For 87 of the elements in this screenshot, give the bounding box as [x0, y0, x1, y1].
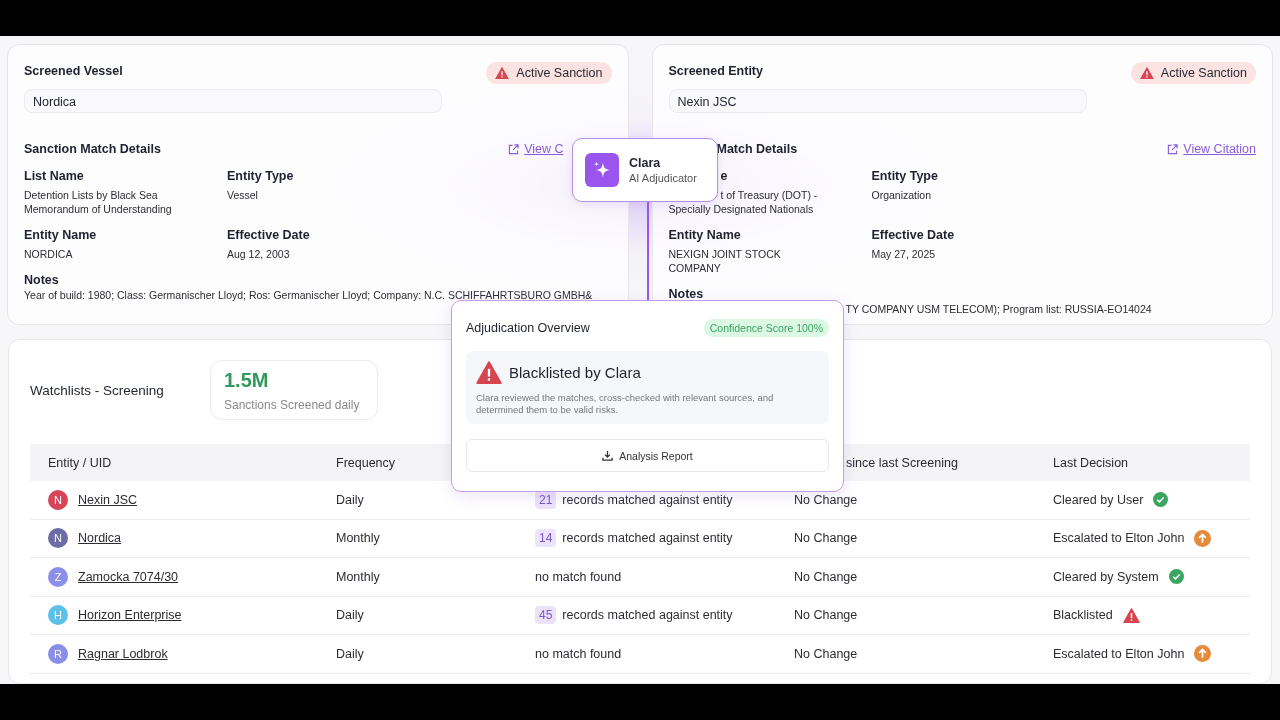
table-cell: no match found: [535, 569, 622, 584]
detail-label: Effective Date: [871, 228, 956, 242]
table-cell: No Change: [794, 531, 858, 546]
detail-value: Vessel: [227, 188, 259, 202]
detail-label: Entity Name: [668, 228, 742, 242]
detail-value: t of Treasury (DOT) - Specially Designated Nationals: [668, 188, 819, 216]
stat-label: Sanctions Screened daily: [224, 398, 361, 412]
entity-link[interactable]: Nordica: [78, 531, 122, 546]
warning-icon: [1139, 66, 1154, 80]
table-cell: Escalated to Elton John: [1053, 646, 1185, 661]
table-cell: Monthly: [336, 531, 380, 546]
entity-link[interactable]: Horizon Enterprise: [78, 608, 182, 623]
table-cell: Cleared by User: [1053, 492, 1144, 507]
section-title: Sanction Match Details: [24, 142, 161, 156]
detail-label: Entity Type: [871, 169, 939, 183]
analysis-report-button[interactable]: Analysis Report: [466, 439, 829, 473]
avatar: Z: [48, 566, 68, 587]
view-citation-link[interactable]: View C: [508, 142, 564, 156]
table-cell: Cleared by System: [1053, 569, 1159, 584]
entity-link[interactable]: Ragnar Lodbrok: [78, 646, 168, 661]
external-link-icon: [1167, 143, 1179, 155]
table-cell: no match found: [535, 646, 622, 661]
notes-text: Year of build: 1980; Class: Germanischer Lloyd; Ros: Germanischer Lloyd; Company: N.C. SCHIFFAHRTSBURO GMBH&: [24, 289, 594, 301]
arrow-up-circle-icon: [1194, 645, 1212, 663]
sparkle-icon: [585, 153, 619, 187]
card-title: Screened Entity: [668, 64, 763, 78]
download-icon: [602, 450, 614, 462]
table-cell: No Change: [794, 646, 858, 661]
warning-icon: [476, 361, 502, 385]
detail-value: NEXIGN JOINT STOCK COMPANY: [668, 247, 782, 275]
notes-label: Notes: [668, 287, 705, 301]
table-cell: Monthly: [336, 569, 380, 584]
verdict-description: Clara reviewed the matches, cross-checked with relevant sources, and determined them to be valid risks.: [476, 392, 775, 417]
popup-title: Adjudication Overview: [466, 321, 590, 335]
detail-value: Aug 12, 2003: [227, 247, 291, 261]
table-cell: records matched against entity: [562, 492, 733, 507]
detail-label: Effective Date: [227, 228, 311, 242]
stat-value: 1.5M: [224, 369, 270, 392]
warning-icon: [1122, 607, 1140, 623]
warning-icon: [495, 66, 510, 80]
entity-link[interactable]: Zamocka 7074/30: [78, 569, 179, 584]
verdict-title: Blacklisted by Clara: [509, 364, 641, 382]
table-cell: No Change: [794, 492, 858, 507]
external-link-icon: [508, 143, 520, 155]
table-cell: Escalated to Elton John: [1053, 531, 1185, 546]
screened-name-field[interactable]: Nordica: [24, 89, 442, 113]
table-cell: No Change: [794, 608, 858, 623]
avatar: R: [48, 643, 68, 664]
table-cell: Daily: [336, 492, 364, 507]
section-title: Match Details: [715, 142, 798, 156]
status-text: Active Sanction: [1160, 66, 1247, 80]
detail-label: Entity Type: [227, 169, 295, 183]
check-circle-icon: [1168, 569, 1184, 585]
card-title: Screened Vessel: [24, 64, 123, 78]
avatar: N: [48, 489, 68, 510]
view-citation-link[interactable]: View Citation: [1167, 142, 1256, 156]
column-header: Frequency: [336, 455, 397, 470]
assistant-role: AI Adjudicator: [629, 172, 697, 184]
detail-value: NORDICA: [24, 247, 74, 261]
detail-value: May 27, 2025: [871, 247, 937, 261]
status-text: Active Sanction: [516, 66, 603, 80]
column-header: Entity / UID: [47, 455, 113, 470]
avatar: N: [48, 528, 68, 549]
table-cell: Daily: [336, 646, 364, 661]
assistant-name: Clara: [629, 156, 662, 170]
table-cell: Daily: [336, 608, 364, 623]
panel-title: Watchlists - Screening: [30, 382, 165, 398]
table-cell: Blacklisted: [1053, 608, 1113, 623]
detail-label: Entity Name: [24, 228, 98, 242]
notes-label: Notes: [24, 273, 60, 287]
confidence-badge: Confidence Score 100%: [703, 319, 829, 337]
table-cell: records matched against entity: [562, 531, 733, 546]
arrow-up-circle-icon: [1194, 529, 1212, 547]
detail-value: Detention Lists by Black Sea Memorandum of Understanding: [24, 188, 173, 216]
match-count: 45: [535, 606, 557, 625]
screened-name-field[interactable]: Nexin JSC: [668, 89, 1087, 113]
entity-link[interactable]: Nexin JSC: [78, 492, 138, 507]
column-header: since last Screening: [845, 455, 959, 470]
detail-value: Organization: [871, 188, 933, 202]
column-header: Last Decision: [1053, 455, 1130, 470]
check-circle-icon: [1153, 492, 1169, 508]
table-cell: No Change: [794, 569, 858, 584]
notes-text: TY COMPANY USM TELECOM); Program list: RUSSIA-EO14024: [844, 303, 1153, 315]
avatar: H: [48, 605, 68, 626]
table-cell: records matched against entity: [562, 608, 733, 623]
detail-label: List Name: [24, 169, 85, 183]
match-count: 14: [535, 529, 557, 548]
